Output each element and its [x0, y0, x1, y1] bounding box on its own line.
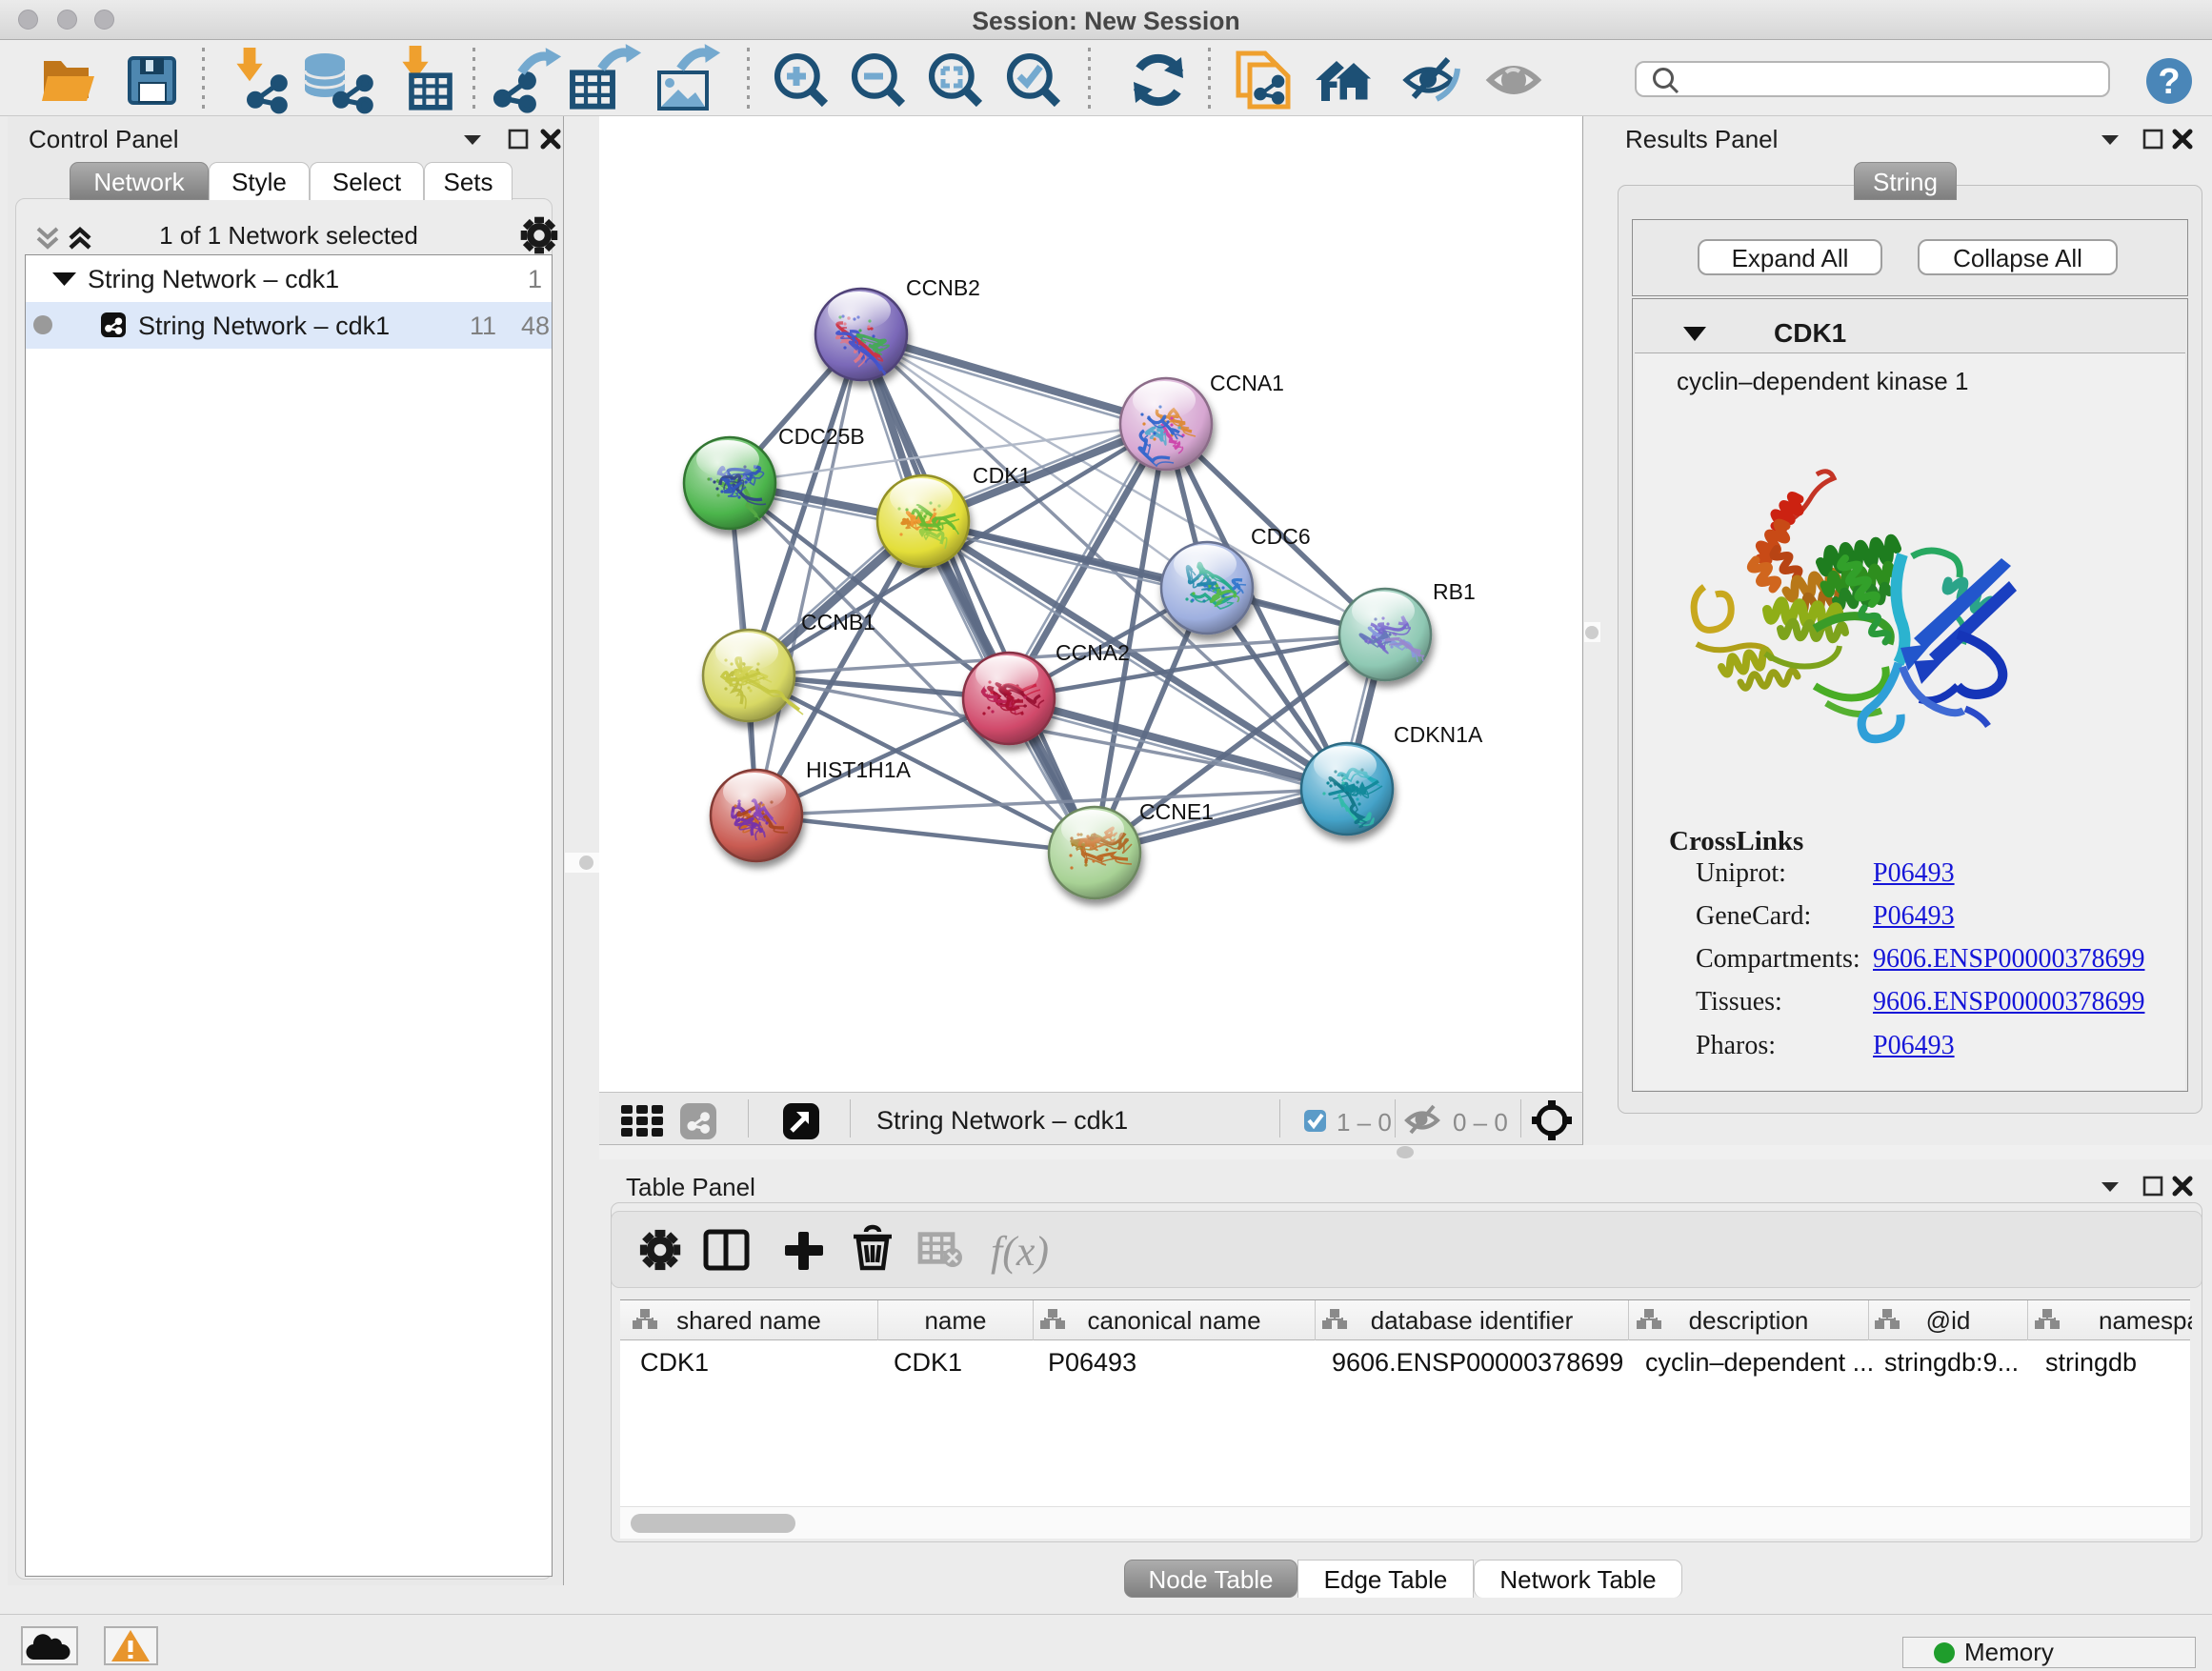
svg-text:f(x): f(x)	[991, 1228, 1049, 1275]
svg-text:?: ?	[2158, 62, 2180, 102]
